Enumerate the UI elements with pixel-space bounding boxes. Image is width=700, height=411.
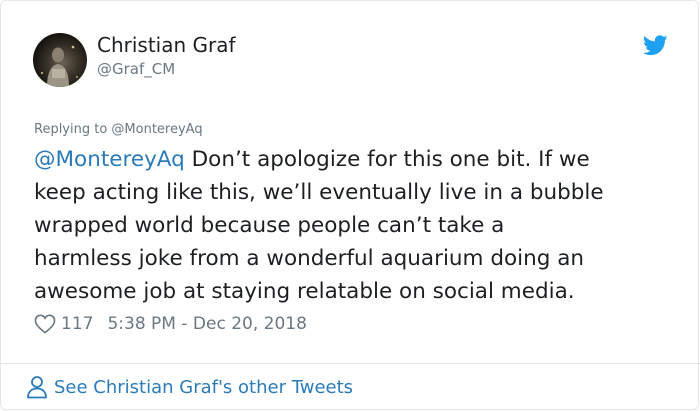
see-other-tweets-label[interactable]: See Christian Graf's other Tweets [54, 377, 353, 398]
mention-link[interactable]: @MontereyAq [34, 147, 185, 172]
author-avatar[interactable] [33, 33, 87, 87]
tweet-line-1: @MontereyAq Don’t apologize for this one… [34, 143, 684, 176]
tweet-line-5: awesome job at staying relatable on soci… [34, 279, 575, 304]
replying-to-label[interactable]: Replying to @MontereyAq [34, 122, 203, 137]
tweet-line-4: harmless joke from a wonderful aquarium … [34, 246, 585, 271]
footer-divider [1, 363, 700, 364]
tweet-line-3: wrapped world because people can’t take … [34, 213, 505, 238]
tweet-line-1-text: Don’t apologize for this one bit. If we [184, 147, 590, 172]
tweet-card: Christian Graf @Graf_CM Replying to @Mon… [0, 0, 700, 410]
tweet-meta: 117 5:38 PM - Dec 20, 2018 [34, 312, 307, 336]
author-handle[interactable]: @Graf_CM [97, 60, 175, 78]
avatar-photo [40, 45, 78, 87]
heart-icon[interactable] [34, 314, 56, 334]
like-count[interactable]: 117 [61, 314, 93, 334]
twitter-bird-icon[interactable] [643, 35, 668, 56]
person-icon [27, 376, 47, 399]
tweet-text: @MontereyAq Don’t apologize for this one… [34, 143, 684, 308]
tweet-timestamp[interactable]: 5:38 PM - Dec 20, 2018 [107, 314, 306, 334]
author-name[interactable]: Christian Graf [97, 33, 236, 57]
see-other-tweets-link[interactable]: See Christian Graf's other Tweets [26, 374, 353, 400]
tweet-line-2: keep acting like this, we’ll eventually … [34, 180, 604, 205]
